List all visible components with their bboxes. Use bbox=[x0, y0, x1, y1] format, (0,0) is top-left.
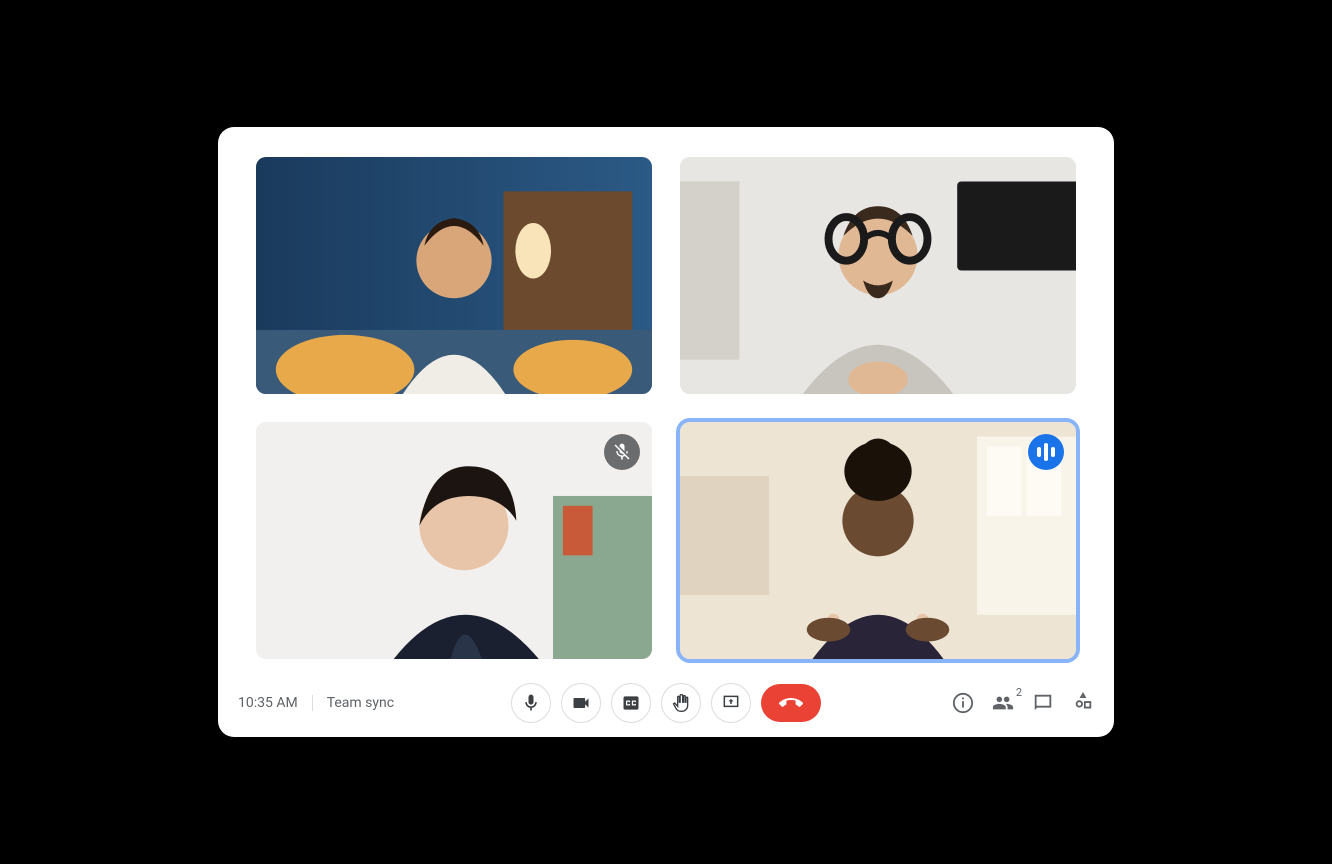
participant-count: 2 bbox=[1016, 686, 1022, 699]
hangup-button[interactable] bbox=[761, 684, 821, 722]
bottom-bar: 10:35 AM Team sync bbox=[218, 675, 1114, 737]
participant-tile[interactable] bbox=[256, 422, 652, 659]
activities-icon[interactable] bbox=[1072, 692, 1094, 714]
captions-button[interactable] bbox=[611, 683, 651, 723]
meeting-time: 10:35 AM bbox=[238, 695, 298, 711]
right-controls: 2 bbox=[952, 692, 1094, 714]
present-icon bbox=[721, 693, 741, 713]
hand-icon bbox=[671, 693, 691, 713]
video-grid bbox=[218, 127, 1114, 675]
hangup-icon bbox=[779, 691, 803, 715]
meet-window: 10:35 AM Team sync bbox=[218, 127, 1114, 737]
present-button[interactable] bbox=[711, 683, 751, 723]
participant-tile-active[interactable] bbox=[680, 422, 1076, 659]
participant-video bbox=[256, 157, 652, 394]
people-icon bbox=[992, 692, 1014, 714]
participant-tile[interactable] bbox=[256, 157, 652, 394]
mic-icon bbox=[521, 693, 541, 713]
participant-video bbox=[680, 422, 1076, 659]
captions-icon bbox=[621, 693, 641, 713]
participant-tile[interactable] bbox=[680, 157, 1076, 394]
camera-icon bbox=[571, 693, 591, 713]
chat-icon[interactable] bbox=[1032, 692, 1054, 714]
camera-button[interactable] bbox=[561, 683, 601, 723]
call-controls bbox=[511, 683, 821, 723]
info-icon[interactable] bbox=[952, 692, 974, 714]
mic-button[interactable] bbox=[511, 683, 551, 723]
divider bbox=[312, 695, 313, 711]
speaking-indicator-icon bbox=[1028, 434, 1064, 470]
people-button[interactable]: 2 bbox=[992, 692, 1014, 714]
meeting-title: Team sync bbox=[327, 695, 394, 711]
meeting-info: 10:35 AM Team sync bbox=[238, 695, 394, 711]
raise-hand-button[interactable] bbox=[661, 683, 701, 723]
participant-video bbox=[256, 422, 652, 659]
muted-icon bbox=[604, 434, 640, 470]
participant-video bbox=[680, 157, 1076, 394]
